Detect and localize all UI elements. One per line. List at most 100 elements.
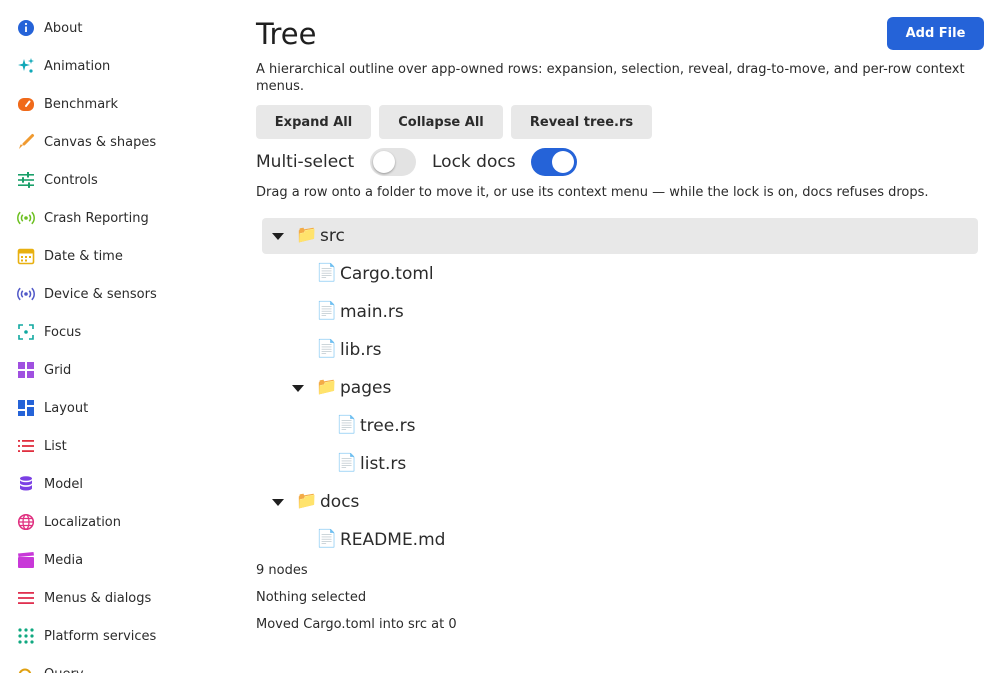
- info-icon: [16, 18, 36, 38]
- main-content: Tree Add File A hierarchical outline ove…: [256, 0, 986, 673]
- speedometer-icon: [16, 94, 36, 114]
- sidebar-item-label: Platform services: [44, 628, 157, 644]
- add-file-button[interactable]: Add File: [887, 17, 984, 50]
- sidebar-item-device-sensors[interactable]: Device & sensors: [16, 282, 157, 306]
- tree-node-label: lib.rs: [340, 340, 382, 360]
- sidebar-item-list[interactable]: List: [16, 434, 67, 458]
- tree-row-file[interactable]: 📄 main.rs: [262, 294, 978, 330]
- tree-row-folder[interactable]: 📁 docs: [262, 484, 978, 520]
- drag-hint: Drag a row onto a folder to move it, or …: [256, 185, 929, 200]
- lock-docs-toggle[interactable]: [531, 148, 577, 176]
- sidebar-item-label: Media: [44, 552, 84, 568]
- tree-node-label: list.rs: [360, 454, 407, 474]
- dots-grid-icon: [16, 626, 36, 646]
- sidebar-item-layout[interactable]: Layout: [16, 396, 88, 420]
- sidebar-item-label: Animation: [44, 58, 111, 74]
- page-title: Tree: [256, 17, 317, 51]
- tree-node-label: tree.rs: [360, 416, 416, 436]
- sidebar-item-date-time[interactable]: Date & time: [16, 244, 123, 268]
- sidebar-item-model[interactable]: Model: [16, 472, 83, 496]
- file-icon: 📄: [316, 263, 338, 283]
- expand-caret-icon[interactable]: [272, 499, 284, 506]
- list-icon: [16, 436, 36, 456]
- tree-node-label: src: [320, 226, 345, 246]
- sidebar-item-label: Focus: [44, 324, 82, 340]
- tree-node-label: docs: [320, 492, 360, 512]
- sidebar-item-label: About: [44, 20, 83, 36]
- sliders-icon: [16, 170, 36, 190]
- sidebar-item-menus-dialogs[interactable]: Menus & dialogs: [16, 586, 151, 610]
- sidebar-item-platform-services[interactable]: Platform services: [16, 624, 156, 648]
- database-icon: [16, 474, 36, 494]
- sidebar-item-animation[interactable]: Animation: [16, 54, 110, 78]
- toggle-knob: [373, 151, 395, 173]
- expand-all-button[interactable]: Expand All: [256, 105, 371, 139]
- sidebar-item-label: Localization: [44, 514, 121, 530]
- sidebar-item-label: Query: [44, 667, 84, 673]
- sidebar-item-localization[interactable]: Localization: [16, 510, 121, 534]
- sidebar-item-label: Model: [44, 476, 84, 492]
- sidebar-item-label: Grid: [44, 362, 72, 378]
- tree-row-file[interactable]: 📄 README.md: [262, 522, 978, 558]
- sidebar-item-focus[interactable]: Focus: [16, 320, 81, 344]
- sidebar-item-label: Device & sensors: [44, 286, 157, 302]
- selection-status: Nothing selected: [256, 590, 367, 605]
- folder-icon: 📁: [296, 491, 318, 511]
- multi-select-toggle[interactable]: [370, 148, 416, 176]
- sidebar-item-label: Menus & dialogs: [44, 590, 152, 606]
- tree-node-label: pages: [340, 378, 392, 398]
- expand-caret-icon[interactable]: [292, 385, 304, 392]
- query-icon: [16, 664, 36, 673]
- folder-icon: 📁: [296, 225, 318, 245]
- sensor-icon: [16, 284, 36, 304]
- tree-node-label: main.rs: [340, 302, 404, 322]
- page-description: A hierarchical outline over app-owned ro…: [256, 62, 965, 94]
- folder-icon: 📁: [316, 377, 338, 397]
- menu-icon: [16, 588, 36, 608]
- sidebar-item-label: Canvas & shapes: [44, 134, 157, 150]
- layout-icon: [16, 398, 36, 418]
- last-action-status: Moved Cargo.toml into src at 0: [256, 617, 457, 632]
- lock-docs-label: Lock docs: [432, 152, 516, 172]
- sidebar-item-benchmark[interactable]: Benchmark: [16, 92, 118, 116]
- tree-row-file[interactable]: 📄 lib.rs: [262, 332, 978, 368]
- sidebar: About Animation Benchmark Canvas & shapes Co…: [0, 0, 230, 673]
- brush-icon: [16, 132, 36, 152]
- sidebar-item-controls[interactable]: Controls: [16, 168, 98, 192]
- sidebar-item-label: Benchmark: [44, 96, 119, 112]
- node-count: 9 nodes: [256, 563, 308, 578]
- globe-icon: [16, 512, 36, 532]
- file-icon: 📄: [336, 415, 358, 435]
- file-icon: 📄: [316, 301, 338, 321]
- tree-row-file[interactable]: 📄 tree.rs: [262, 408, 978, 444]
- file-icon: 📄: [336, 453, 358, 473]
- sidebar-item-canvas-shapes[interactable]: Canvas & shapes: [16, 130, 156, 154]
- expand-caret-icon[interactable]: [272, 233, 284, 240]
- toggle-knob: [552, 151, 574, 173]
- collapse-all-button[interactable]: Collapse All: [379, 105, 503, 139]
- tree-node-label: Cargo.toml: [340, 264, 434, 284]
- sparkle-icon: [16, 56, 36, 76]
- sidebar-item-crash-reporting[interactable]: Crash Reporting: [16, 206, 149, 230]
- tree-row-folder[interactable]: 📁 pages: [262, 370, 978, 406]
- file-icon: 📄: [316, 339, 338, 359]
- tree-row-file[interactable]: 📄 Cargo.toml: [262, 256, 978, 292]
- clapper-icon: [16, 550, 36, 570]
- sidebar-item-label: Layout: [44, 400, 89, 416]
- sidebar-item-label: Controls: [44, 172, 98, 188]
- reveal-button[interactable]: Reveal tree.rs: [511, 105, 652, 139]
- sidebar-item-grid[interactable]: Grid: [16, 358, 71, 382]
- focus-icon: [16, 322, 36, 342]
- tree-row-file[interactable]: 📄 list.rs: [262, 446, 978, 482]
- sidebar-item-label: Date & time: [44, 248, 123, 264]
- grid-icon: [16, 360, 36, 380]
- sidebar-item-label: Crash Reporting: [44, 210, 149, 226]
- tree-row-folder[interactable]: 📁 src: [262, 218, 978, 254]
- calendar-icon: [16, 246, 36, 266]
- tree-node-label: README.md: [340, 530, 446, 550]
- sidebar-item-about[interactable]: About: [16, 16, 82, 40]
- sidebar-item-label: List: [44, 438, 67, 454]
- sidebar-item-query[interactable]: Query: [16, 662, 84, 673]
- sidebar-item-media[interactable]: Media: [16, 548, 83, 572]
- file-icon: 📄: [316, 529, 338, 549]
